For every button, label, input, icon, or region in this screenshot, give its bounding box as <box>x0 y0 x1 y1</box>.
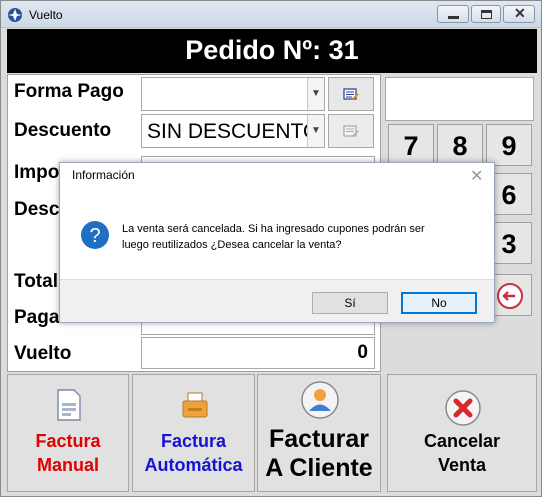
chevron-down-icon[interactable]: ▼ <box>307 78 324 110</box>
vuelto-label: Vuelto <box>14 343 72 364</box>
vuelto-field[interactable]: 0 <box>141 337 375 369</box>
question-icon: ? <box>81 221 109 249</box>
cancelar-venta-label-2: Venta <box>437 455 487 475</box>
factura-automatica-button[interactable]: Factura Automática <box>132 374 255 492</box>
descuento-value: SIN DESCUENTO <box>147 120 307 143</box>
factura-automatica-label-1: Factura <box>160 431 227 451</box>
facturar-cliente-label-1: Facturar <box>268 425 370 453</box>
facturar-cliente-button[interactable]: Facturar A Cliente <box>257 374 381 492</box>
close-button[interactable]: ✕ <box>503 5 535 23</box>
minimize-button[interactable] <box>437 5 469 23</box>
dialog-title: Información <box>72 168 135 182</box>
descuento-label: Descuento <box>14 120 112 141</box>
descuento-monto-label: Desc <box>14 199 60 220</box>
chevron-down-icon[interactable]: ▼ <box>307 115 324 147</box>
maximize-button[interactable] <box>471 5 501 23</box>
yes-button[interactable]: Sí <box>312 292 388 314</box>
cancelar-venta-button[interactable]: Cancelar Venta <box>387 374 537 492</box>
maximize-icon <box>481 10 492 19</box>
factura-manual-button[interactable]: Factura Manual <box>7 374 129 492</box>
facturar-cliente-label-2: A Cliente <box>265 454 373 482</box>
document-icon <box>57 389 81 421</box>
order-header: Pedido Nº: 31 <box>7 29 537 73</box>
main-window: Vuelto ✕ Pedido Nº: 31 Forma Pago ▼ Desc… <box>0 0 542 497</box>
printer-icon <box>182 392 208 418</box>
total-label: Total <box>14 271 58 292</box>
minimize-icon <box>448 16 459 19</box>
key-7[interactable]: 7 <box>388 124 434 166</box>
dialog-message: La venta será cancelada. Si ha ingresado… <box>122 221 482 253</box>
factura-manual-label-2: Manual <box>36 455 99 475</box>
user-icon <box>301 381 339 419</box>
notepad-icon <box>343 125 359 137</box>
app-icon <box>8 8 22 22</box>
descuento-combo[interactable]: SIN DESCUENTO ▼ <box>141 114 325 148</box>
importe-label: Impo <box>14 162 60 183</box>
dialog-message-line-1: La venta será cancelada. Si ha ingresado… <box>122 223 425 235</box>
key-9[interactable]: 9 <box>486 124 532 166</box>
factura-automatica-label-2: Automática <box>144 455 243 475</box>
title-bar: Vuelto ✕ <box>1 1 541 28</box>
svg-text:?: ? <box>89 225 100 247</box>
close-icon: ✕ <box>514 5 526 21</box>
factura-manual-label-1: Factura <box>35 431 101 451</box>
paga-label: Paga <box>14 307 60 328</box>
dialog-message-line-2: luego reutilizados ¿Desea cancelar la ve… <box>122 239 342 251</box>
information-dialog: Información ✕ ? La venta será cancelada.… <box>59 162 495 323</box>
window-title: Vuelto <box>29 8 63 22</box>
no-button[interactable]: No <box>401 292 477 314</box>
forma-pago-label: Forma Pago <box>14 81 124 102</box>
forma-pago-edit-button[interactable] <box>328 77 374 111</box>
cancelar-venta-label-1: Cancelar <box>423 431 501 451</box>
backspace-icon <box>497 283 523 309</box>
notepad-icon <box>343 88 359 100</box>
forma-pago-combo[interactable]: ▼ <box>141 77 325 111</box>
cancel-icon <box>445 390 481 426</box>
dialog-close-icon[interactable]: ✕ <box>470 166 483 186</box>
key-8[interactable]: 8 <box>437 124 483 166</box>
keypad-display <box>385 77 534 121</box>
descuento-edit-button[interactable] <box>328 114 374 148</box>
dialog-footer: Sí No <box>60 279 494 322</box>
